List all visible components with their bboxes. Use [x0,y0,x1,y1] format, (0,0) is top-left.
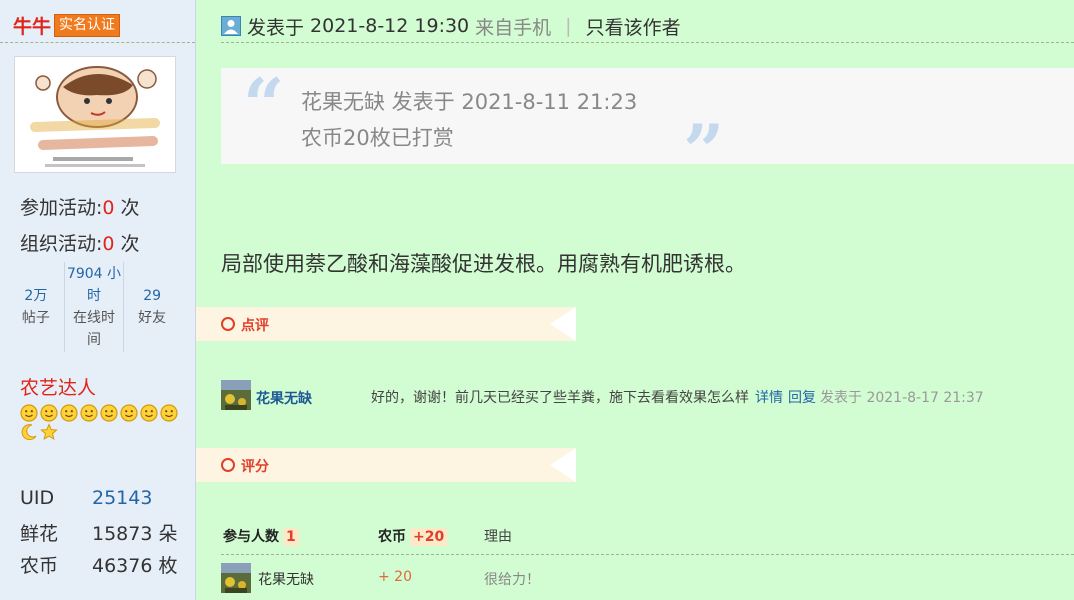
rating-reason: 很给力！ [484,572,540,588]
rating-divider [221,554,1074,555]
only-author-link[interactable]: 只看该作者 [586,13,681,40]
user-stats: 2万 帖子 7904 小时 在线时间 29 好友 [8,262,180,352]
rating-row: 花果无缺 + 20 很给力！ [221,563,1074,593]
comment-detail-link[interactable]: 详情 [755,390,783,406]
circle-icon [221,317,235,331]
rating-table-header: 参与人数 1 农币 +20 理由 [221,519,1074,549]
comment-time: 发表于 2021-8-17 21:37 [820,390,984,406]
posted-time: 2021-8-12 19:30 [310,15,470,37]
comments-title: 点评 [241,318,269,334]
comment-body: 好的，谢谢！前几天已经买了些羊粪，施下去看看效果怎么样 详情 回复 发表于 2021-… [371,387,984,407]
star-icon [40,423,58,441]
rating-title: 评分 [241,459,269,475]
comment-item: 花果无缺 好的，谢谢！前几天已经买了些羊粪，施下去看看效果怎么样 详情 回复 发表于 … [221,380,1074,410]
quote-line-text: 农币20枚已打赏 [301,126,454,150]
rating-user-name[interactable]: 花果无缺 [258,569,314,589]
comment-text: 好的，谢谢！前几天已经买了些羊粪，施下去看看效果怎么样 [371,390,749,406]
stat-friends[interactable]: 29 好友 [123,262,180,352]
activity-organized-count[interactable]: 0 [102,233,114,255]
activity-participated-count[interactable]: 0 [102,197,114,219]
post-user-icon [221,16,241,36]
avatar[interactable] [14,56,176,173]
quote-open-icon: “ [243,62,285,147]
stat-posts[interactable]: 2万 帖子 [8,262,64,352]
coin-total: +20 [410,528,448,546]
posted-prefix: 发表于 [247,16,305,39]
header-separator: | [565,15,572,37]
participants-count: 1 [283,528,299,546]
rating-coins: + 20 [378,569,412,585]
comment-author[interactable]: 花果无缺 [256,388,312,408]
circle-icon [221,458,235,472]
author-sidebar: 牛牛 实名认证 参加活动:0 次 组织活动:0 次 2万 帖子 7904 小时 … [0,0,196,600]
activity-organized: 组织活动:0 次 [20,233,140,255]
coin-header: 农币 +20 [378,526,448,546]
author-username[interactable]: 牛牛 [13,12,51,39]
quote-close-icon: ” [683,108,725,193]
header-divider [221,42,1074,43]
reason-header: 理由 [484,529,512,545]
quote-block: “ 花果无缺 发表于 2021-8-11 21:23 农币20枚已打赏 ” [221,62,1074,193]
smiley-icon [40,404,58,422]
smiley-icon [120,404,138,422]
smiley-icon [80,404,98,422]
notch-decoration [550,448,576,482]
verified-badge[interactable]: 实名认证 [54,13,121,37]
post-main: 发表于 2021-8-12 19:30 来自手机 | 只看该作者 “ 花果无缺 … [196,0,1074,600]
post-source: 来自手机 [475,16,552,39]
smiley-icon [20,404,38,422]
post-content: 局部使用萘乙酸和海藻酸促进发根。用腐熟有机肥诱根。 [221,252,746,276]
comment-avatar[interactable] [221,380,251,410]
author-name-row: 牛牛 实名认证 [13,12,121,39]
comments-section-header: 点评 [196,307,576,341]
moon-icon [21,424,37,441]
post-header: 发表于 2021-8-12 19:30 来自手机 | 只看该作者 [221,12,681,40]
activity-participated: 参加活动:0 次 [20,197,140,219]
sidebar-divider [0,42,195,43]
smiley-icon [100,404,118,422]
quote-line-author: 花果无缺 发表于 2021-8-11 21:23 [301,90,638,114]
smiley-icon [140,404,158,422]
stat-online-time: 7904 小时 在线时间 [63,262,124,352]
comment-reply-link[interactable]: 回复 [788,390,816,406]
profile-flowers: 鲜花 15873 朵 [20,523,178,545]
rating-user-avatar[interactable] [221,563,251,593]
smiley-icon [160,404,178,422]
user-group[interactable]: 农艺达人 [20,373,96,400]
notch-decoration [550,307,576,341]
profile-uid: UID 25143 [20,487,153,509]
participants-header: 参与人数 1 [223,526,299,546]
rank-icons [20,404,188,442]
rating-section-header: 评分 [196,448,576,482]
profile-coins: 农币 46376 枚 [20,555,178,577]
smiley-icon [60,404,78,422]
